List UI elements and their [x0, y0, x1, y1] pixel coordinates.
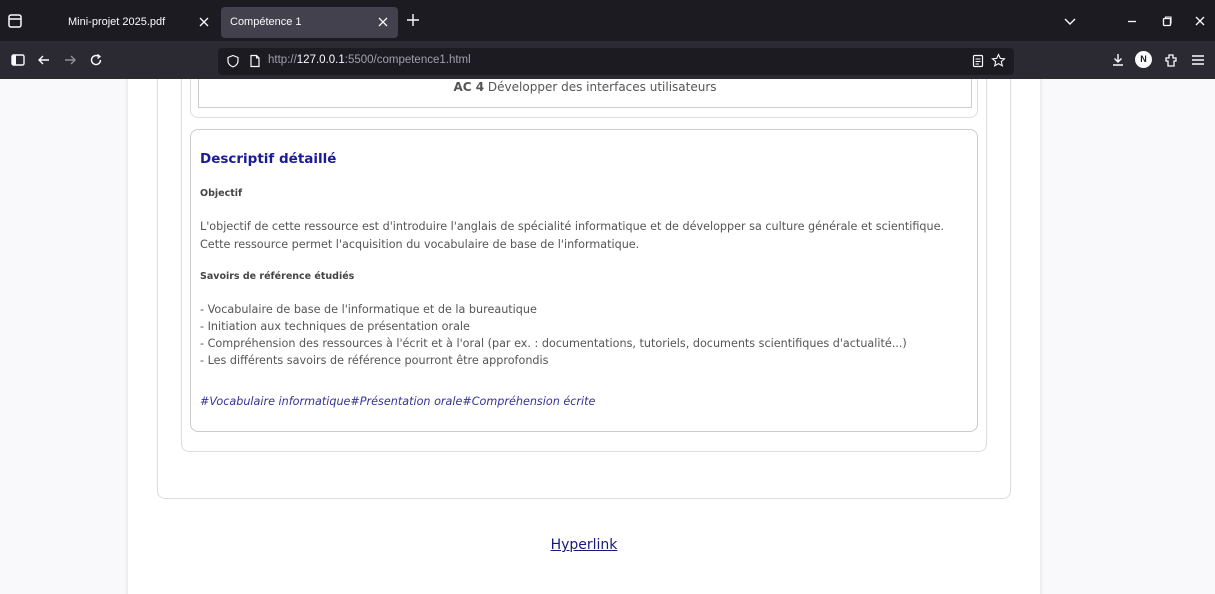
ac-code: AC 4 [453, 80, 485, 94]
minimize-icon[interactable] [1124, 13, 1140, 29]
chevron-down-icon[interactable] [1062, 13, 1078, 29]
detail-title: Descriptif détaillé [200, 151, 337, 167]
close-icon[interactable] [376, 15, 390, 29]
page-viewport[interactable]: AC 4 Développer des interfaces utilisate… [0, 79, 1215, 594]
new-tab-plus-icon[interactable] [405, 12, 421, 28]
restore-icon[interactable] [1159, 13, 1175, 29]
list-item: - Vocabulaire de base de l'informatique … [200, 303, 537, 316]
knowledge-heading: Savoirs de référence étudiés [200, 271, 355, 282]
ac-label: Développer des interfaces utilisateurs [487, 80, 717, 94]
tab-mini-projet[interactable]: Mini-projet 2025.pdf [44, 7, 219, 38]
navigation-bar: http://127.0.0.1:5500/competence1.html N [0, 41, 1215, 79]
sidebar-icon[interactable] [10, 52, 26, 68]
competence-card: AC 4 Développer des interfaces utilisate… [157, 79, 1011, 499]
shield-icon[interactable] [226, 54, 240, 68]
detail-card: Descriptif détaillé Objectif L'objectif … [190, 129, 978, 432]
close-icon[interactable] [197, 15, 211, 29]
profile-avatar[interactable]: N [1135, 51, 1152, 68]
tab-bar: Mini-projet 2025.pdf Compétence 1 [0, 0, 1215, 41]
tab-competence-1[interactable]: Compétence 1 [221, 7, 398, 38]
footer-hyperlink[interactable]: Hyperlink [128, 537, 1040, 553]
reader-view-icon[interactable] [971, 54, 985, 68]
reload-icon[interactable] [88, 52, 104, 68]
ac-list-card: AC 4 Développer des interfaces utilisate… [190, 79, 978, 118]
page-icon[interactable] [248, 54, 262, 68]
bookmark-star-icon[interactable] [991, 53, 1006, 68]
list-item: - Les différents savoirs de référence po… [200, 354, 549, 367]
url-scheme: http:// [268, 54, 297, 66]
list-item: - Compréhension des ressources à l'écrit… [200, 337, 907, 350]
url-host: 127.0.0.1 [296, 54, 345, 66]
tab-overview-icon[interactable] [6, 12, 24, 30]
extensions-icon[interactable] [1163, 52, 1179, 68]
resource-card: AC 4 Développer des interfaces utilisate… [181, 79, 987, 452]
ac-item-text: AC 4 Développer des interfaces utilisate… [199, 80, 971, 94]
tab-title: Mini-projet 2025.pdf [68, 16, 166, 28]
url-bar[interactable]: http://127.0.0.1:5500/competence1.html [218, 48, 1014, 75]
knowledge-list: - Vocabulaire de base de l'informatique … [200, 301, 975, 369]
window-close-icon[interactable] [1192, 13, 1208, 29]
ac-item: AC 4 Développer des interfaces utilisate… [198, 79, 972, 108]
tab-title: Compétence 1 [230, 16, 302, 28]
download-icon[interactable] [1110, 52, 1126, 68]
tags-line: #Vocabulaire informatique#Présentation o… [200, 395, 596, 408]
back-arrow-icon[interactable] [36, 52, 52, 68]
objective-heading: Objectif [200, 188, 243, 199]
forward-arrow-icon[interactable] [62, 52, 78, 68]
url-text[interactable]: http://127.0.0.1:5500/competence1.html [268, 54, 471, 66]
url-path: :5500/competence1.html [344, 54, 471, 66]
menu-icon[interactable] [1190, 52, 1206, 68]
objective-text: L'objectif de cette ressource est d'intr… [200, 220, 945, 251]
page-container: AC 4 Développer des interfaces utilisate… [128, 79, 1040, 594]
list-item: - Initiation aux techniques de présentat… [200, 320, 470, 333]
